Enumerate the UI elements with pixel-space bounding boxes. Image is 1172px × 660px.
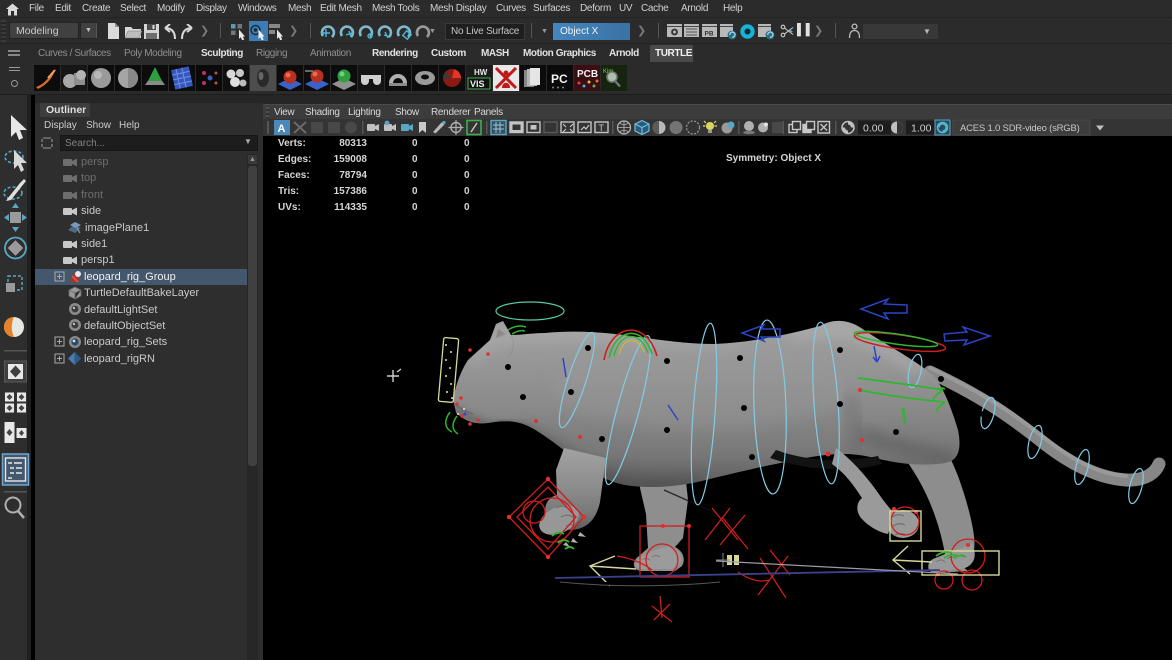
svg-text:0.00: 0.00 [863, 123, 884, 135]
svg-text:1.00: 1.00 [911, 123, 932, 135]
svg-text:HW: HW [474, 68, 488, 77]
svg-text:A: A [278, 123, 286, 135]
svg-text:T: T [599, 123, 605, 133]
svg-text:PCB: PCB [577, 69, 598, 80]
svg-text:PB: PB [705, 31, 714, 38]
svg-text:PC: PC [551, 72, 568, 86]
svg-text:ACES 1.0 SDR-video (sRGB): ACES 1.0 SDR-video (sRGB) [960, 123, 1080, 134]
svg-text:VIS: VIS [470, 79, 485, 89]
